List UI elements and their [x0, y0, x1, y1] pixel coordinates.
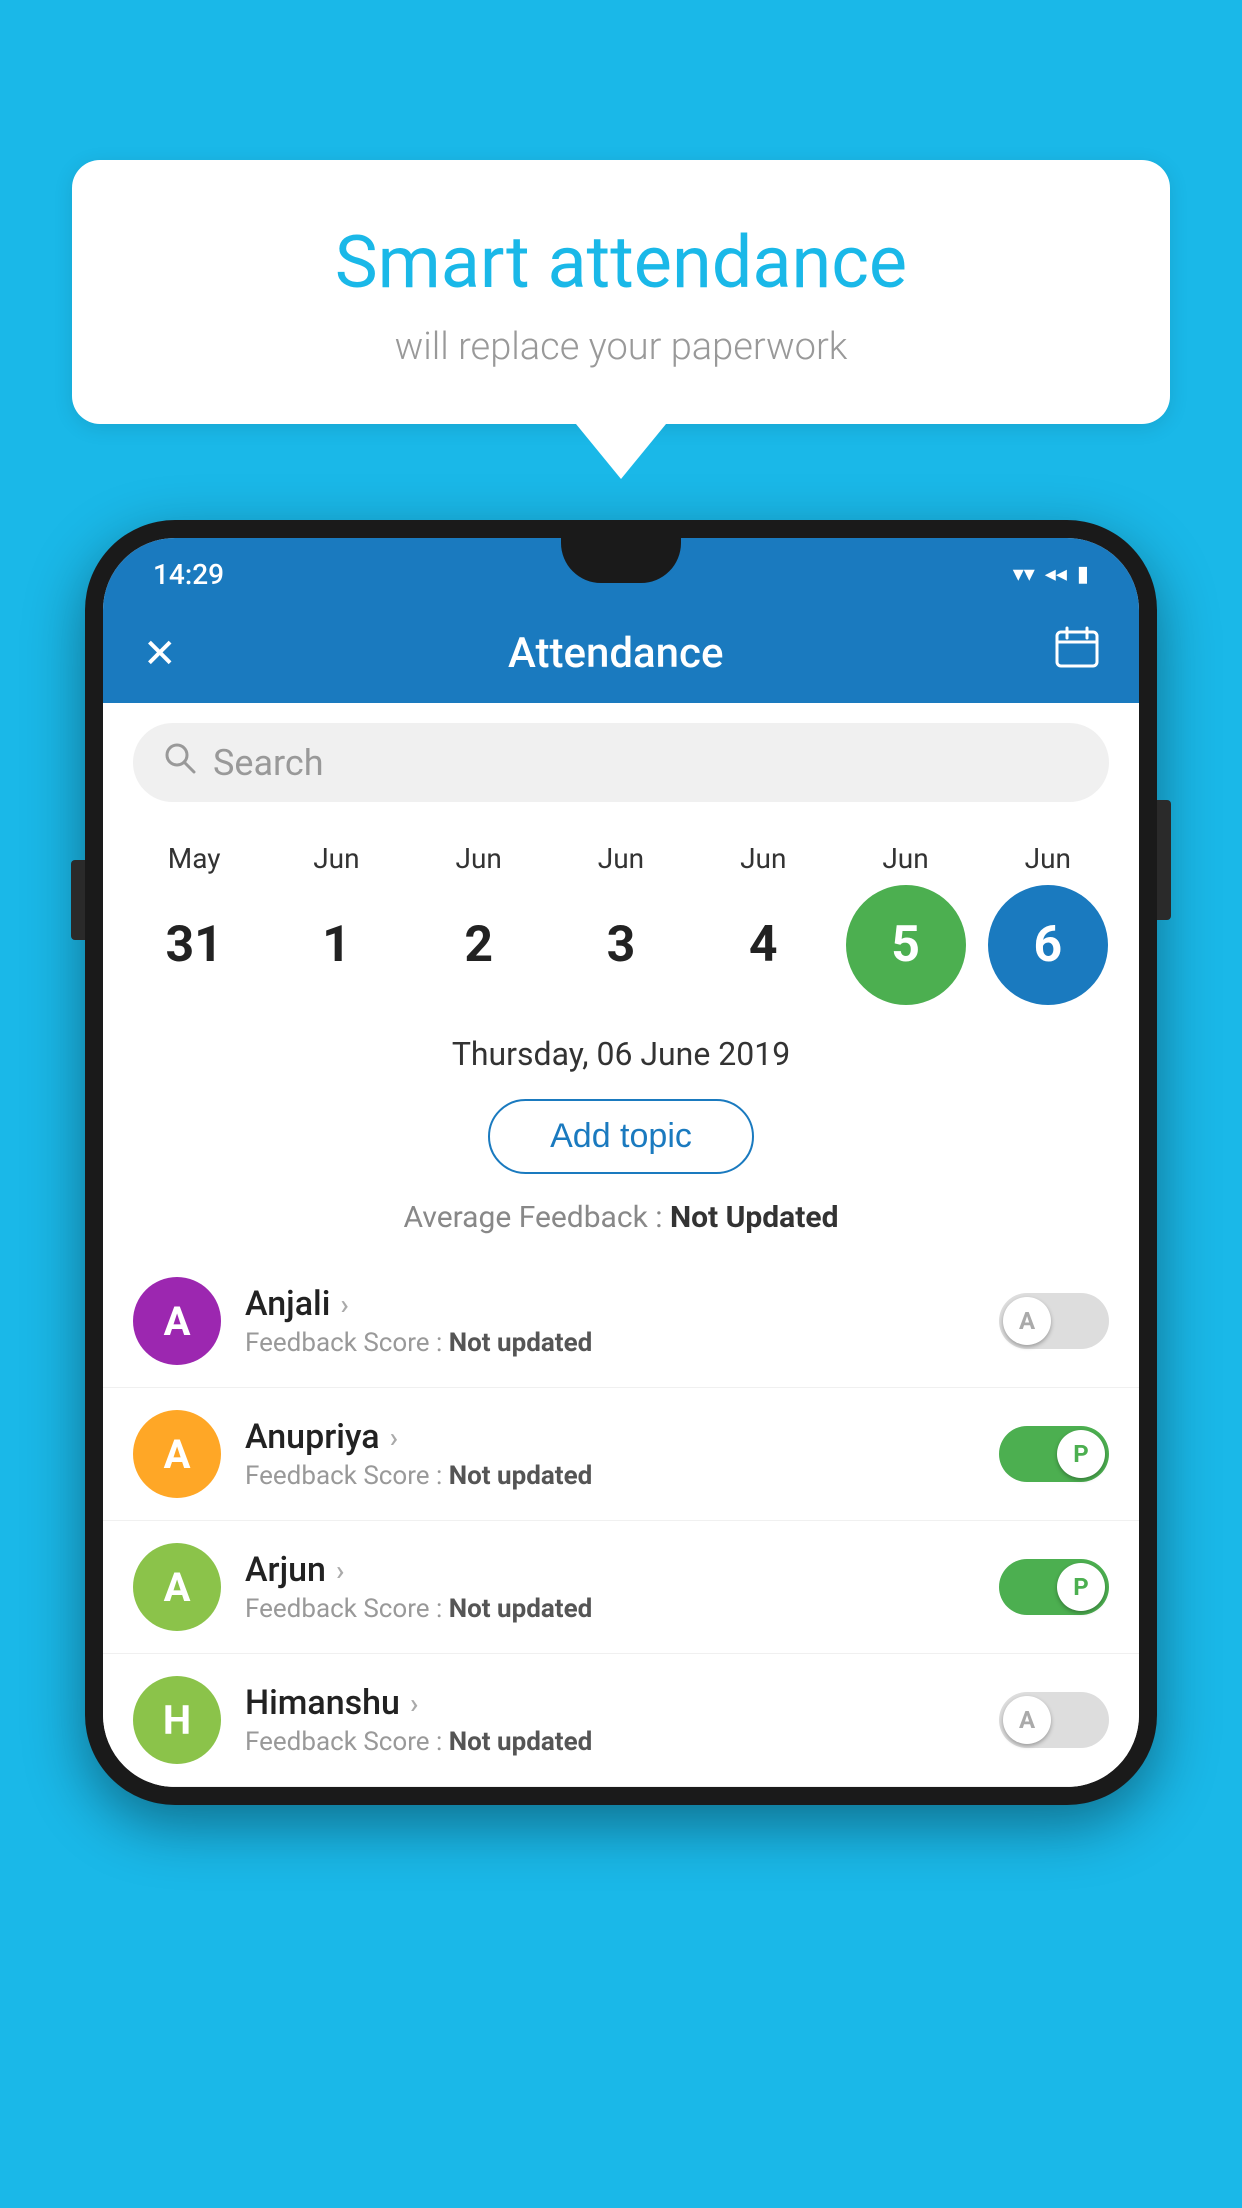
student-feedback-himanshu: Feedback Score : Not updated — [245, 1727, 975, 1757]
phone-outer: 14:29 ▾▾ ◂◂ ▮ ✕ Attendance — [85, 520, 1157, 1805]
toggle-container-himanshu[interactable]: A — [999, 1692, 1109, 1748]
search-placeholder: Search — [213, 742, 324, 784]
chevron-arjun: › — [336, 1554, 344, 1587]
toggle-knob-himanshu: A — [1003, 1696, 1051, 1744]
date-4[interactable]: 4 — [703, 885, 823, 1005]
chevron-anjali: › — [340, 1288, 348, 1321]
student-feedback-anjali: Feedback Score : Not updated — [245, 1328, 975, 1358]
search-input-container[interactable]: Search — [133, 723, 1109, 802]
toggle-himanshu[interactable]: A — [999, 1692, 1109, 1748]
app-title: Attendance — [508, 629, 723, 678]
avg-feedback-value: Not Updated — [670, 1200, 839, 1235]
signal-icon: ◂◂ — [1045, 562, 1067, 587]
student-info-himanshu: Himanshu › Feedback Score : Not updated — [245, 1683, 975, 1757]
toggle-container-anjali[interactable]: A — [999, 1293, 1109, 1349]
phone-notch — [561, 538, 681, 583]
student-feedback-arjun: Feedback Score : Not updated — [245, 1594, 975, 1624]
date-31[interactable]: 31 — [134, 885, 254, 1005]
student-feedback-anupriya: Feedback Score : Not updated — [245, 1461, 975, 1491]
month-3: Jun — [561, 842, 681, 875]
student-item-anupriya: A Anupriya › Feedback Score : Not update… — [103, 1388, 1139, 1521]
chevron-anupriya: › — [390, 1421, 398, 1454]
wifi-icon: ▾▾ — [1013, 562, 1035, 587]
month-6: Jun — [988, 842, 1108, 875]
avatar-anjali: A — [133, 1277, 221, 1365]
month-1: Jun — [276, 842, 396, 875]
speech-bubble-title: Smart attendance — [112, 220, 1130, 305]
calendar-strip: May Jun Jun Jun Jun Jun Jun 31 1 2 3 4 5… — [103, 822, 1139, 1015]
avatar-arjun: A — [133, 1543, 221, 1631]
speech-bubble-subtitle: will replace your paperwork — [112, 325, 1130, 369]
phone-container: 14:29 ▾▾ ◂◂ ▮ ✕ Attendance — [85, 520, 1157, 2208]
date-1[interactable]: 1 — [276, 885, 396, 1005]
toggle-container-arjun[interactable]: P — [999, 1559, 1109, 1615]
speech-bubble: Smart attendance will replace your paper… — [72, 160, 1170, 424]
avg-feedback: Average Feedback : Not Updated — [103, 1190, 1139, 1255]
toggle-anjali[interactable]: A — [999, 1293, 1109, 1349]
month-0: May — [134, 842, 254, 875]
battery-icon: ▮ — [1077, 562, 1089, 587]
student-info-anupriya: Anupriya › Feedback Score : Not updated — [245, 1417, 975, 1491]
speech-bubble-tail — [576, 424, 666, 479]
phone-screen: 14:29 ▾▾ ◂◂ ▮ ✕ Attendance — [103, 538, 1139, 1787]
toggle-arjun[interactable]: P — [999, 1559, 1109, 1615]
close-icon[interactable]: ✕ — [143, 630, 177, 677]
status-icons: ▾▾ ◂◂ ▮ — [1013, 562, 1089, 587]
month-5: Jun — [846, 842, 966, 875]
calendar-months: May Jun Jun Jun Jun Jun Jun — [123, 842, 1119, 875]
student-name-anupriya[interactable]: Anupriya › — [245, 1417, 975, 1457]
student-item-himanshu: H Himanshu › Feedback Score : Not update… — [103, 1654, 1139, 1787]
status-time: 14:29 — [153, 558, 224, 591]
chevron-himanshu: › — [410, 1687, 418, 1720]
app-header: ✕ Attendance — [103, 603, 1139, 703]
add-topic-container: Add topic — [103, 1083, 1139, 1190]
calendar-dates: 31 1 2 3 4 5 6 — [123, 885, 1119, 1005]
student-list: A Anjali › Feedback Score : Not updated … — [103, 1255, 1139, 1787]
date-2[interactable]: 2 — [419, 885, 539, 1005]
month-2: Jun — [419, 842, 539, 875]
avatar-anupriya: A — [133, 1410, 221, 1498]
avatar-himanshu: H — [133, 1676, 221, 1764]
date-5[interactable]: 5 — [846, 885, 966, 1005]
toggle-container-anupriya[interactable]: P — [999, 1426, 1109, 1482]
add-topic-button[interactable]: Add topic — [488, 1099, 754, 1174]
toggle-knob-anupriya: P — [1057, 1430, 1105, 1478]
avg-feedback-label: Average Feedback : — [404, 1200, 670, 1235]
month-4: Jun — [703, 842, 823, 875]
search-icon — [163, 741, 197, 784]
toggle-knob-anjali: A — [1003, 1297, 1051, 1345]
student-info-arjun: Arjun › Feedback Score : Not updated — [245, 1550, 975, 1624]
date-3[interactable]: 3 — [561, 885, 681, 1005]
student-item-arjun: A Arjun › Feedback Score : Not updated P — [103, 1521, 1139, 1654]
search-bar: Search — [103, 703, 1139, 822]
toggle-anupriya[interactable]: P — [999, 1426, 1109, 1482]
student-info-anjali: Anjali › Feedback Score : Not updated — [245, 1284, 975, 1358]
date-6[interactable]: 6 — [988, 885, 1108, 1005]
student-name-anjali[interactable]: Anjali › — [245, 1284, 975, 1324]
calendar-icon[interactable] — [1055, 626, 1099, 680]
date-display: Thursday, 06 June 2019 — [103, 1015, 1139, 1083]
speech-bubble-container: Smart attendance will replace your paper… — [72, 160, 1170, 479]
student-item-anjali: A Anjali › Feedback Score : Not updated … — [103, 1255, 1139, 1388]
student-name-arjun[interactable]: Arjun › — [245, 1550, 975, 1590]
student-name-himanshu[interactable]: Himanshu › — [245, 1683, 975, 1723]
toggle-knob-arjun: P — [1057, 1563, 1105, 1611]
